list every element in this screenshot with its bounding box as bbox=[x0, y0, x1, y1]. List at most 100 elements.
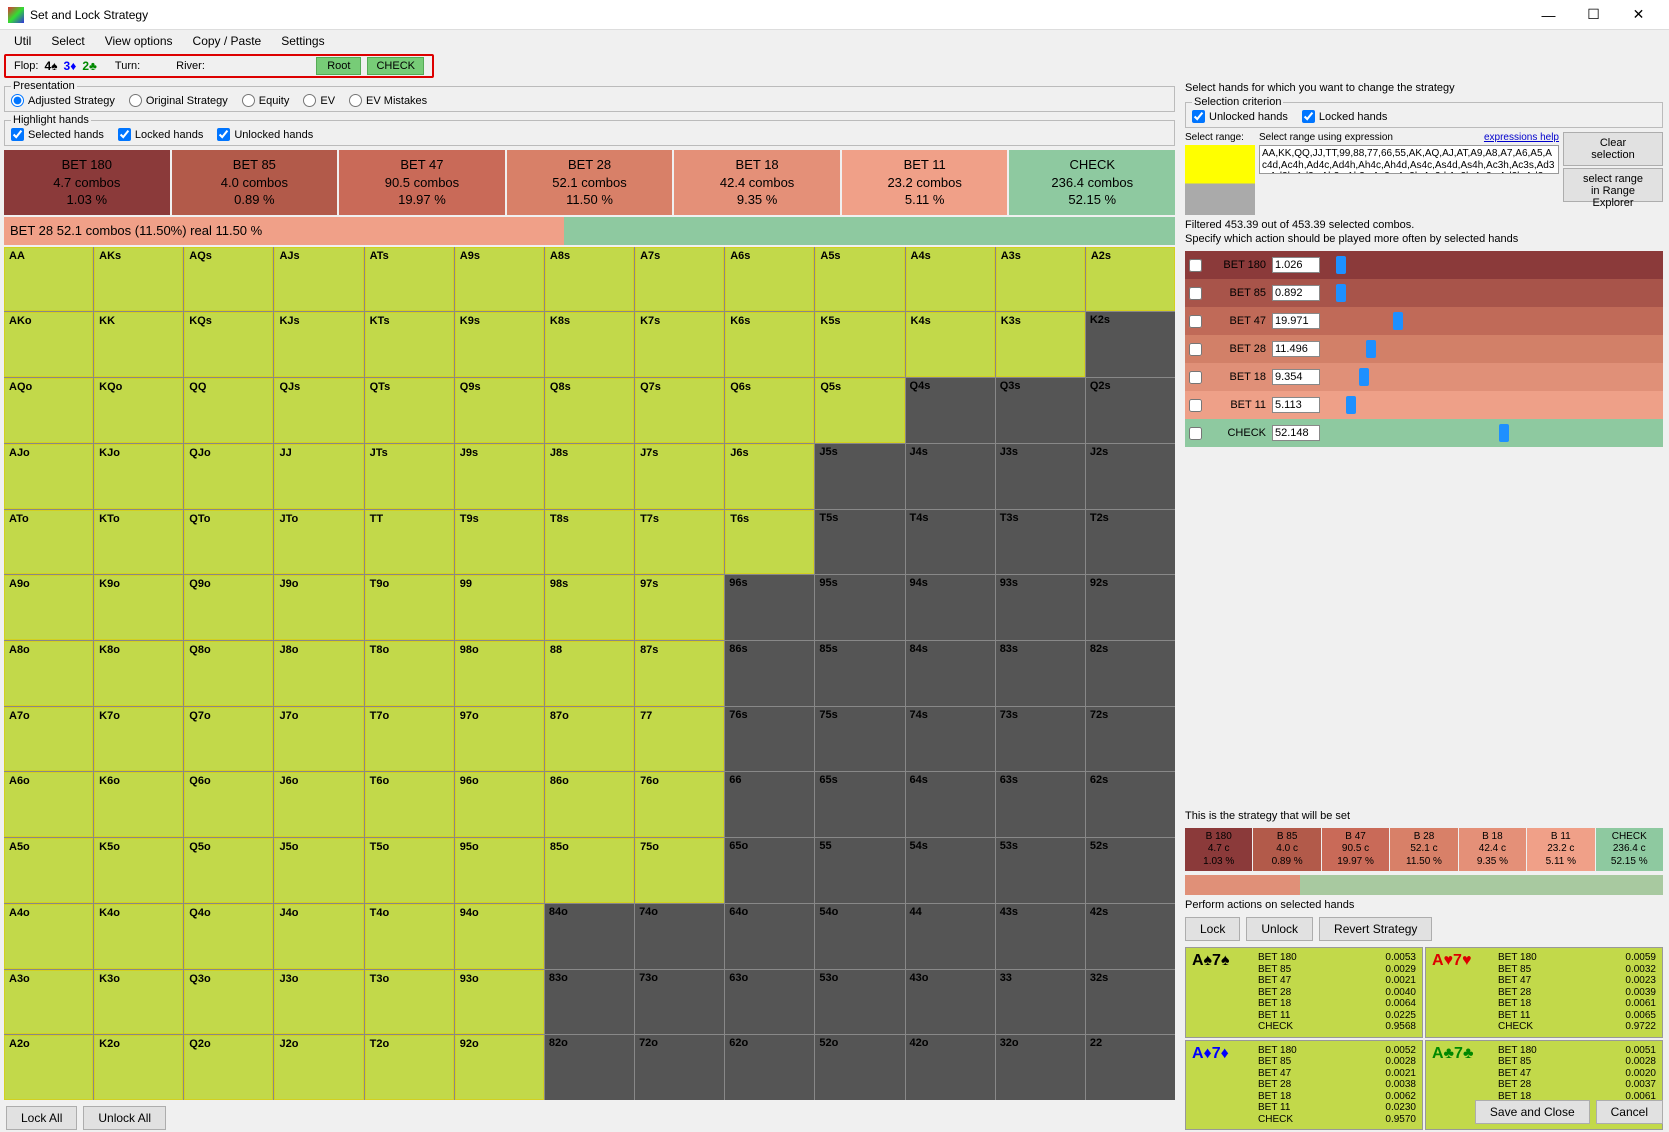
hand-J3s[interactable]: J3s bbox=[996, 444, 1085, 509]
hand-99[interactable]: 99 bbox=[455, 575, 544, 640]
menu-util[interactable]: Util bbox=[4, 32, 41, 50]
action-bet-180[interactable]: BET 1804.7 combos1.03 % bbox=[4, 150, 170, 215]
hand-T6s[interactable]: T6s bbox=[725, 510, 814, 575]
hand-A5s[interactable]: A5s bbox=[815, 247, 904, 312]
check-crumb-button[interactable]: CHECK bbox=[367, 57, 424, 75]
hand-94s[interactable]: 94s bbox=[906, 575, 995, 640]
presentation-equity[interactable]: Equity bbox=[242, 94, 290, 107]
slider-track[interactable] bbox=[1326, 258, 1659, 272]
slider-lock-check[interactable] bbox=[1189, 259, 1202, 272]
hand-T4s[interactable]: T4s bbox=[906, 510, 995, 575]
hand-A4o[interactable]: A4o bbox=[4, 904, 93, 969]
hand-T3s[interactable]: T3s bbox=[996, 510, 1085, 575]
hand-63s[interactable]: 63s bbox=[996, 772, 1085, 837]
hand-96o[interactable]: 96o bbox=[455, 772, 544, 837]
hand-J5o[interactable]: J5o bbox=[274, 838, 363, 903]
slider-value-input[interactable] bbox=[1272, 257, 1320, 273]
action-bet-47[interactable]: BET 4790.5 combos19.97 % bbox=[339, 150, 505, 215]
hand-J7s[interactable]: J7s bbox=[635, 444, 724, 509]
hand-J9s[interactable]: J9s bbox=[455, 444, 544, 509]
hand-97o[interactable]: 97o bbox=[455, 707, 544, 772]
hand-Q5o[interactable]: Q5o bbox=[184, 838, 273, 903]
hand-J5s[interactable]: J5s bbox=[815, 444, 904, 509]
hand-94o[interactable]: 94o bbox=[455, 904, 544, 969]
lock-all-button[interactable]: Lock All bbox=[6, 1106, 77, 1130]
hand-22[interactable]: 22 bbox=[1086, 1035, 1175, 1100]
hand-Q6o[interactable]: Q6o bbox=[184, 772, 273, 837]
locked-check[interactable]: Locked hands bbox=[1302, 110, 1388, 123]
hand-82s[interactable]: 82s bbox=[1086, 641, 1175, 706]
highlight-unlocked-hands[interactable]: Unlocked hands bbox=[217, 128, 313, 141]
mini-action-b-28[interactable]: B 2852.1 c11.50 % bbox=[1390, 828, 1457, 872]
hand-T7o[interactable]: T7o bbox=[365, 707, 454, 772]
hand-K7o[interactable]: K7o bbox=[94, 707, 183, 772]
hand-Q8s[interactable]: Q8s bbox=[545, 378, 634, 443]
slider-thumb[interactable] bbox=[1393, 312, 1403, 330]
hand-KJs[interactable]: KJs bbox=[274, 312, 363, 377]
slider-track[interactable] bbox=[1326, 314, 1659, 328]
hand-KTs[interactable]: KTs bbox=[365, 312, 454, 377]
hand-A7s[interactable]: A7s bbox=[635, 247, 724, 312]
range-explorer-button[interactable]: select range in Range Explorer bbox=[1563, 168, 1663, 202]
hand-44[interactable]: 44 bbox=[906, 904, 995, 969]
hand-T4o[interactable]: T4o bbox=[365, 904, 454, 969]
hand-Q3s[interactable]: Q3s bbox=[996, 378, 1085, 443]
hand-52o[interactable]: 52o bbox=[815, 1035, 904, 1100]
hand-AA[interactable]: AA bbox=[4, 247, 93, 312]
unlocked-check[interactable]: Unlocked hands bbox=[1192, 110, 1288, 123]
hand-87s[interactable]: 87s bbox=[635, 641, 724, 706]
hand-Q3o[interactable]: Q3o bbox=[184, 970, 273, 1035]
hand-K7s[interactable]: K7s bbox=[635, 312, 724, 377]
hand-63o[interactable]: 63o bbox=[725, 970, 814, 1035]
hand-KQs[interactable]: KQs bbox=[184, 312, 273, 377]
slider-value-input[interactable] bbox=[1272, 285, 1320, 301]
hand-42o[interactable]: 42o bbox=[906, 1035, 995, 1100]
slider-track[interactable] bbox=[1326, 342, 1659, 356]
hand-54o[interactable]: 54o bbox=[815, 904, 904, 969]
hand-K4s[interactable]: K4s bbox=[906, 312, 995, 377]
hand-95s[interactable]: 95s bbox=[815, 575, 904, 640]
hand-98o[interactable]: 98o bbox=[455, 641, 544, 706]
hand-K5s[interactable]: K5s bbox=[815, 312, 904, 377]
hand-QQ[interactable]: QQ bbox=[184, 378, 273, 443]
mini-action-b-11[interactable]: B 1123.2 c5.11 % bbox=[1527, 828, 1594, 872]
slider-lock-check[interactable] bbox=[1189, 343, 1202, 356]
hand-76o[interactable]: 76o bbox=[635, 772, 724, 837]
hand-Q8o[interactable]: Q8o bbox=[184, 641, 273, 706]
hand-QTs[interactable]: QTs bbox=[365, 378, 454, 443]
menu-select[interactable]: Select bbox=[41, 32, 94, 50]
hand-74o[interactable]: 74o bbox=[635, 904, 724, 969]
clear-selection-button[interactable]: Clear selection bbox=[1563, 132, 1663, 166]
hand-ATo[interactable]: ATo bbox=[4, 510, 93, 575]
hand-Q9s[interactable]: Q9s bbox=[455, 378, 544, 443]
expression-input[interactable] bbox=[1259, 145, 1559, 174]
slider-lock-check[interactable] bbox=[1189, 287, 1202, 300]
hand-T7s[interactable]: T7s bbox=[635, 510, 724, 575]
hand-JJ[interactable]: JJ bbox=[274, 444, 363, 509]
hand-A3o[interactable]: A3o bbox=[4, 970, 93, 1035]
hand-A9s[interactable]: A9s bbox=[455, 247, 544, 312]
hand-A9o[interactable]: A9o bbox=[4, 575, 93, 640]
hand-76s[interactable]: 76s bbox=[725, 707, 814, 772]
hand-AQs[interactable]: AQs bbox=[184, 247, 273, 312]
hand-K4o[interactable]: K4o bbox=[94, 904, 183, 969]
slider-value-input[interactable] bbox=[1272, 425, 1320, 441]
hand-32o[interactable]: 32o bbox=[996, 1035, 1085, 1100]
save-and-close-button[interactable]: Save and Close bbox=[1475, 1100, 1590, 1124]
slider-track[interactable] bbox=[1326, 370, 1659, 384]
slider-value-input[interactable] bbox=[1272, 341, 1320, 357]
action-bet-85[interactable]: BET 854.0 combos0.89 % bbox=[172, 150, 338, 215]
hand-K6s[interactable]: K6s bbox=[725, 312, 814, 377]
cancel-button[interactable]: Cancel bbox=[1596, 1100, 1663, 1124]
hand-J4s[interactable]: J4s bbox=[906, 444, 995, 509]
unlock-button[interactable]: Unlock bbox=[1246, 917, 1313, 941]
hand-53s[interactable]: 53s bbox=[996, 838, 1085, 903]
action-bet-11[interactable]: BET 1123.2 combos5.11 % bbox=[842, 150, 1008, 215]
hand-Q4s[interactable]: Q4s bbox=[906, 378, 995, 443]
presentation-original-strategy[interactable]: Original Strategy bbox=[129, 94, 228, 107]
hand-KTo[interactable]: KTo bbox=[94, 510, 183, 575]
hand-33[interactable]: 33 bbox=[996, 970, 1085, 1035]
hand-T8o[interactable]: T8o bbox=[365, 641, 454, 706]
hand-Q2s[interactable]: Q2s bbox=[1086, 378, 1175, 443]
menu-copy-paste[interactable]: Copy / Paste bbox=[183, 32, 272, 50]
